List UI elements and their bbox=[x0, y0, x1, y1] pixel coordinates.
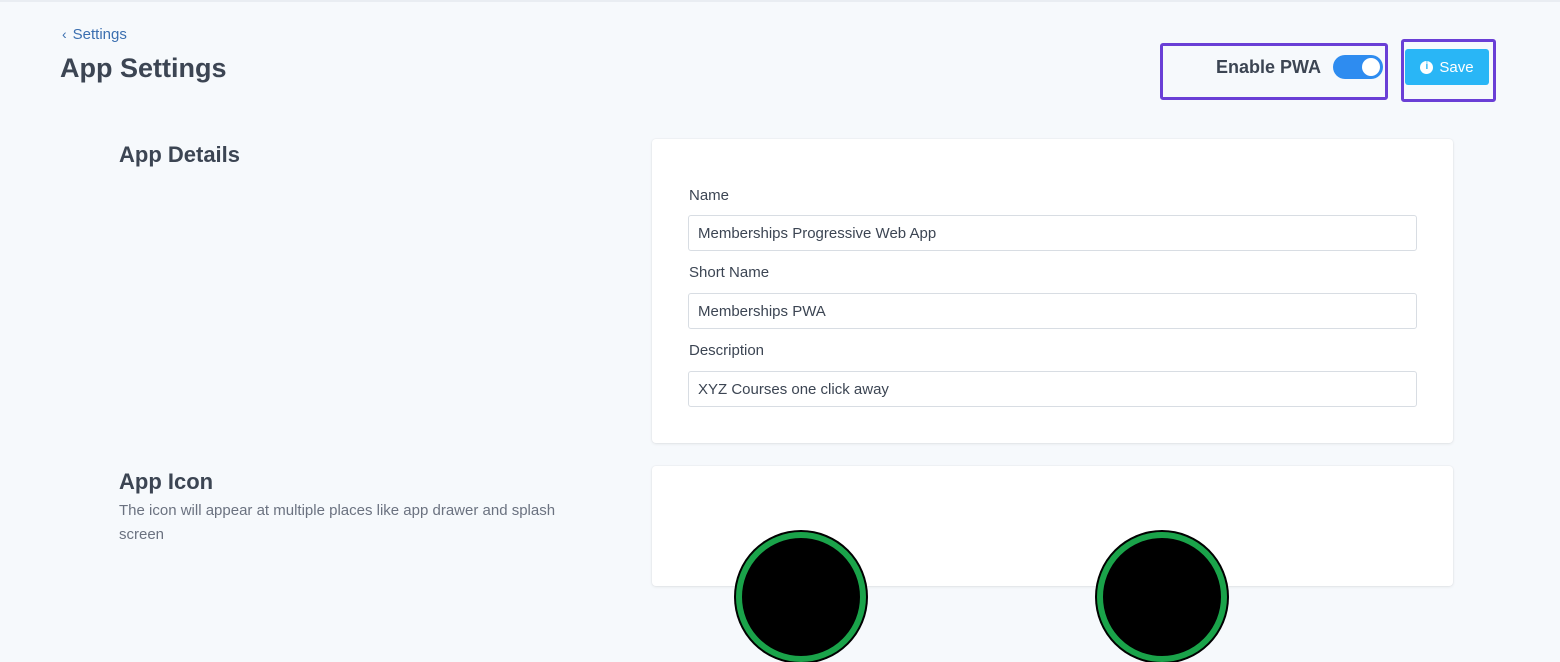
app-details-heading: App Details bbox=[119, 142, 241, 167]
chevron-left-icon: ‹ bbox=[62, 25, 67, 42]
back-to-settings-link[interactable]: ‹ Settings bbox=[62, 26, 127, 43]
splash-icon-preview[interactable] bbox=[1097, 532, 1227, 662]
name-field-label: Name bbox=[689, 187, 730, 204]
app-icon-description: The icon will appear at multiple places … bbox=[119, 502, 556, 543]
description-input[interactable] bbox=[688, 371, 1417, 407]
enable-pwa-label: Enable PWA bbox=[1216, 57, 1322, 77]
save-button[interactable]: i Save bbox=[1405, 49, 1489, 85]
short-name-field-label: Short Name bbox=[689, 264, 770, 281]
back-link-label: Settings bbox=[72, 26, 127, 43]
name-input[interactable] bbox=[688, 215, 1417, 251]
app-icon-preview[interactable] bbox=[736, 532, 866, 662]
enable-pwa-toggle[interactable] bbox=[1333, 55, 1383, 79]
short-name-input[interactable] bbox=[688, 293, 1417, 329]
toggle-knob bbox=[1362, 58, 1380, 76]
top-divider bbox=[0, 0, 1560, 2]
description-field-label: Description bbox=[689, 342, 765, 359]
save-button-label: Save bbox=[1439, 58, 1474, 76]
info-icon: i bbox=[1420, 60, 1434, 74]
page-title: App Settings bbox=[60, 53, 227, 83]
app-icon-heading: App Icon bbox=[119, 469, 214, 494]
